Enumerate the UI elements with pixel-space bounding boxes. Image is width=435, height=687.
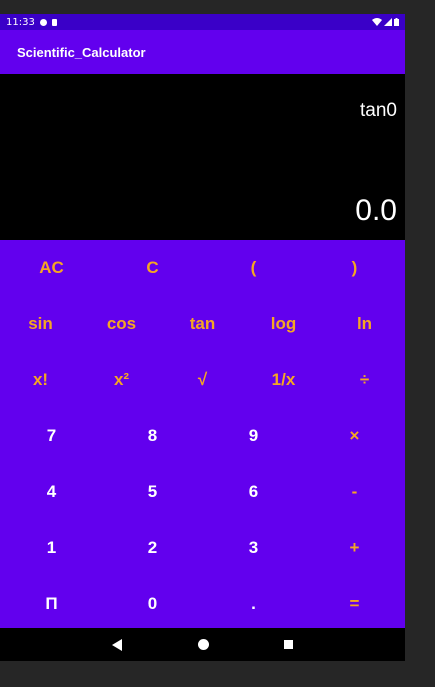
navigation-bar <box>0 628 405 661</box>
divide-button[interactable]: ÷ <box>324 352 405 407</box>
equals-button[interactable]: = <box>304 576 405 631</box>
status-bar: 11:33 <box>0 14 405 30</box>
multiply-button[interactable]: × <box>304 408 405 463</box>
digit-8-button[interactable]: 8 <box>102 408 203 463</box>
reciprocal-button[interactable]: 1/x <box>243 352 324 407</box>
decimal-button[interactable]: . <box>203 576 304 631</box>
device-screen: 11:33 Scientific_Calculator tan0 0.0 AC … <box>0 14 405 661</box>
signal-icon <box>384 18 392 26</box>
digit-6-button[interactable]: 6 <box>203 464 304 519</box>
subtract-button[interactable]: - <box>304 464 405 519</box>
digit-4-button[interactable]: 4 <box>1 464 102 519</box>
digit-3-button[interactable]: 3 <box>203 520 304 575</box>
app-bar: Scientific_Calculator <box>0 30 405 74</box>
sqrt-button[interactable]: √ <box>162 352 243 407</box>
app-title: Scientific_Calculator <box>17 44 146 60</box>
calculator-display: tan0 0.0 <box>0 74 405 240</box>
open-paren-button[interactable]: ( <box>203 240 304 295</box>
wifi-icon <box>372 18 382 26</box>
add-button[interactable]: + <box>304 520 405 575</box>
recents-icon[interactable] <box>284 640 293 649</box>
digit-7-button[interactable]: 7 <box>1 408 102 463</box>
digit-1-button[interactable]: 1 <box>1 520 102 575</box>
tan-button[interactable]: tan <box>162 296 243 351</box>
result-text: 0.0 <box>355 194 397 227</box>
log-button[interactable]: log <box>243 296 324 351</box>
digit-5-button[interactable]: 5 <box>102 464 203 519</box>
pi-button[interactable]: Π <box>1 576 102 631</box>
square-button[interactable]: x² <box>81 352 162 407</box>
clear-button[interactable]: C <box>102 240 203 295</box>
cos-button[interactable]: cos <box>81 296 162 351</box>
expression-text: tan0 <box>360 100 397 121</box>
digit-0-button[interactable]: 0 <box>102 576 203 631</box>
close-paren-button[interactable]: ) <box>304 240 405 295</box>
back-icon[interactable] <box>112 639 122 651</box>
sin-button[interactable]: sin <box>0 296 81 351</box>
keypad: AC C ( ) sin cos tan log ln x! x² √ 1/x … <box>0 240 405 628</box>
status-time: 11:33 <box>6 16 35 28</box>
factorial-button[interactable]: x! <box>0 352 81 407</box>
sd-card-icon <box>51 18 57 26</box>
ln-button[interactable]: ln <box>324 296 405 351</box>
digit-9-button[interactable]: 9 <box>203 408 304 463</box>
digit-2-button[interactable]: 2 <box>102 520 203 575</box>
notification-icon <box>39 18 47 26</box>
clear-all-button[interactable]: AC <box>1 240 102 295</box>
battery-icon <box>394 18 399 26</box>
home-icon[interactable] <box>198 639 209 650</box>
